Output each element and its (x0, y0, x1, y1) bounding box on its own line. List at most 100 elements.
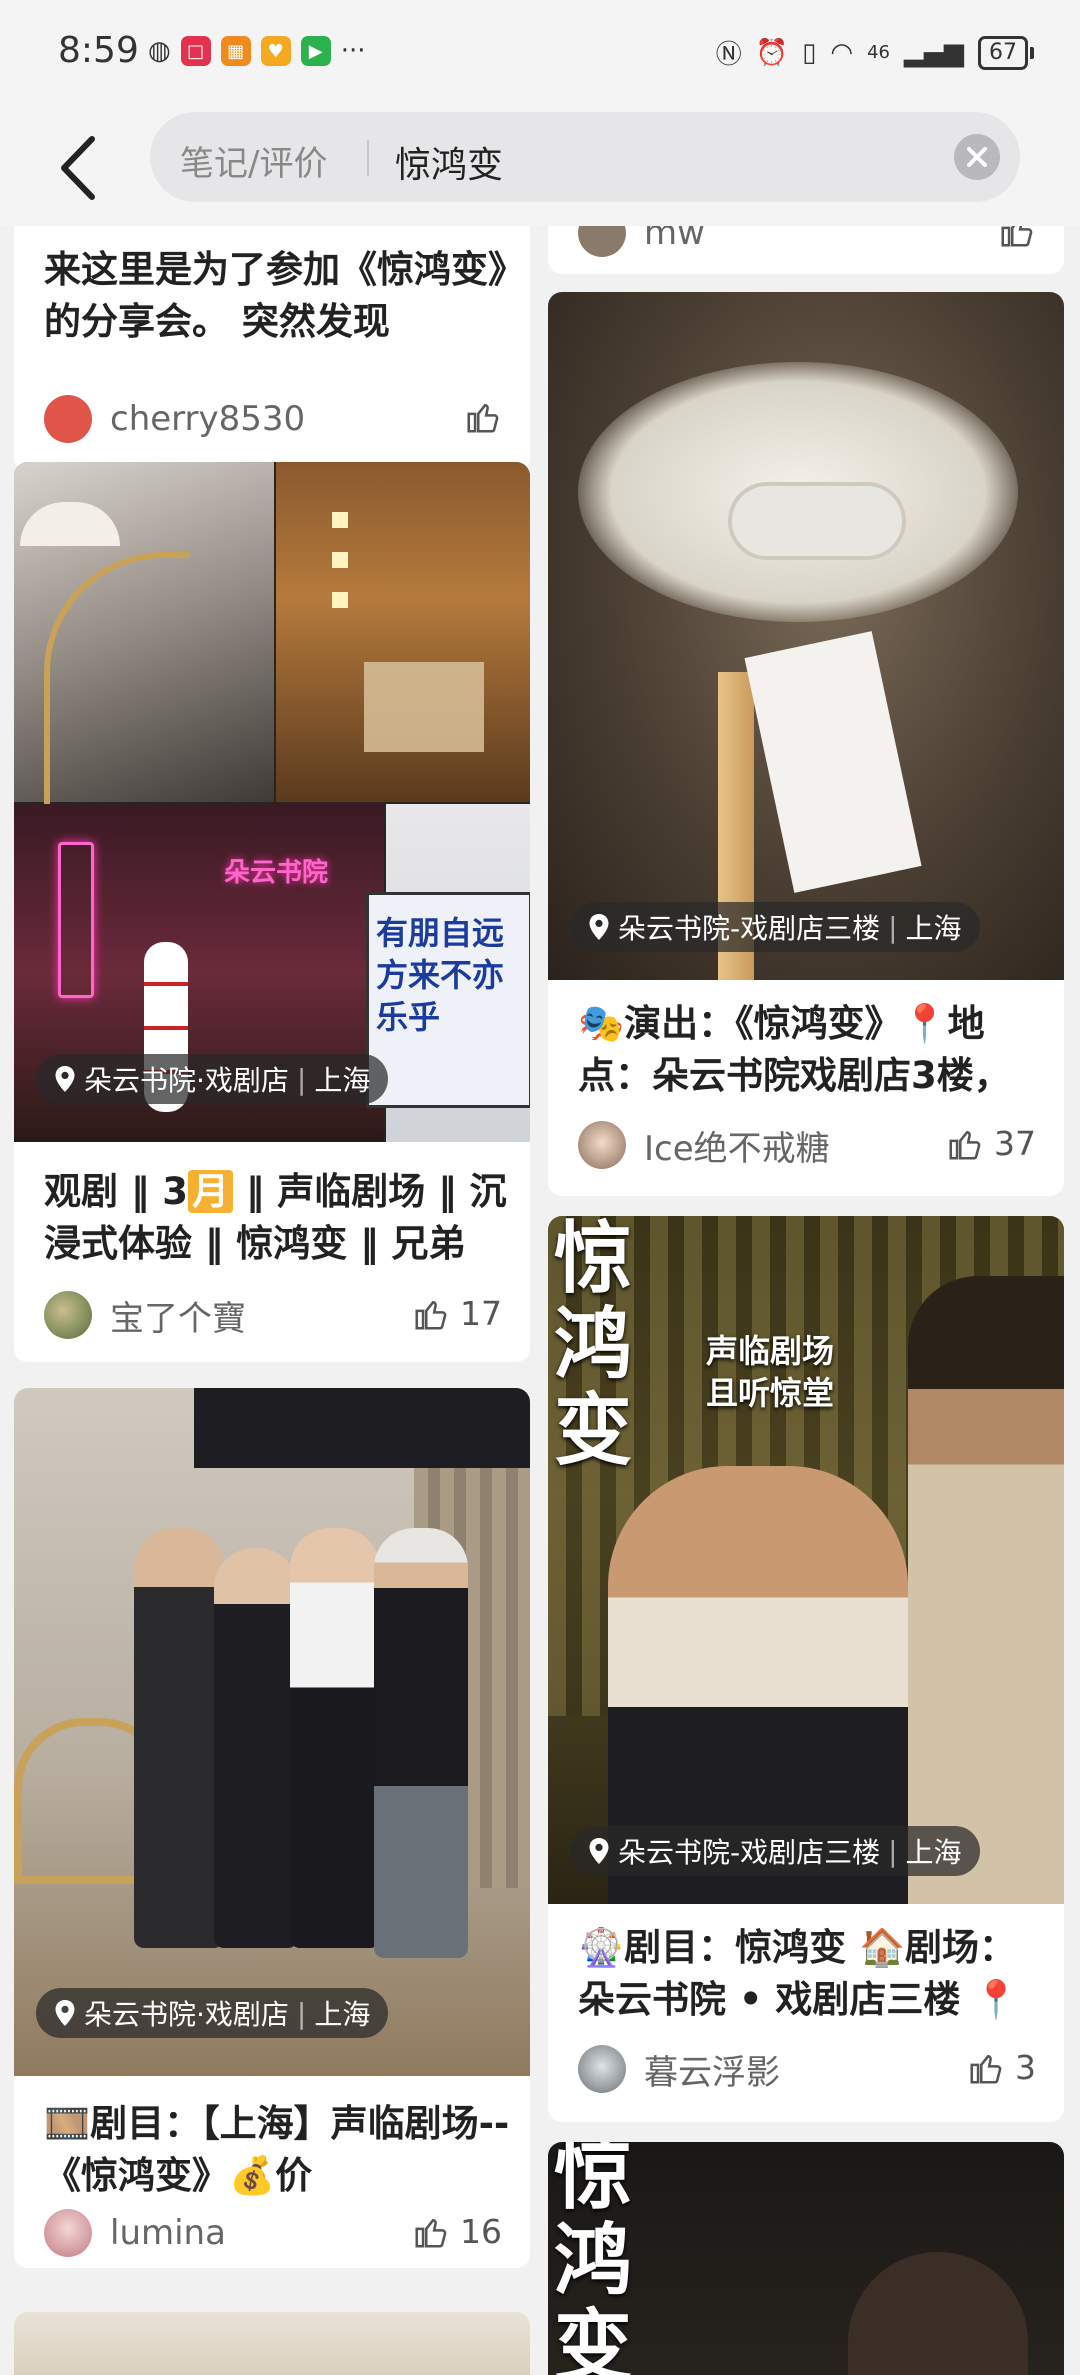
red-app-icon: □ (180, 36, 211, 66)
location-separator: | (888, 910, 898, 944)
clear-search-button[interactable] (954, 134, 1000, 180)
video-app-icon: ▶ (300, 36, 331, 66)
author-name: cherry8530 (110, 399, 306, 439)
meituan-app-icon: ♥ (260, 36, 291, 66)
note-author[interactable]: 暮云浮影 (578, 2042, 780, 2096)
poster-line-2: 且听惊堂 (706, 1374, 835, 1412)
vibrate-icon: ▯ (802, 37, 817, 68)
chevron-left-icon (61, 136, 95, 200)
store-sign: 朵云书院 (224, 858, 329, 888)
nfc-icon: Ⓝ (715, 40, 742, 70)
photo-ceiling (194, 1388, 530, 1468)
search-category[interactable]: 笔记/评价 (180, 136, 327, 185)
photo-actor-2 (908, 1276, 1064, 1904)
location-tag[interactable]: 朵云书院-戏剧店三楼 | 上海 (570, 902, 980, 952)
photo-person-2 (214, 1548, 298, 1948)
location-city: 上海 (905, 912, 962, 945)
location-city: 上海 (314, 1998, 371, 2031)
note-card[interactable]: 惊鸿变 声临剧场 且听惊堂 朵云书院-戏剧店三楼 | 上海 🎡剧目：惊鸿变 🏠剧… (548, 1216, 1064, 2122)
battery-icon: 67 (978, 35, 1034, 70)
note-author[interactable]: mw (578, 226, 705, 260)
location-separator: | (296, 1062, 307, 1096)
photo-actor (848, 2252, 1028, 2375)
photo-ticket (744, 631, 922, 893)
avatar (578, 1121, 626, 1169)
poster-title: 惊鸿变 (554, 2142, 633, 2375)
note-card[interactable]: mw (548, 226, 1064, 274)
location-separator: | (888, 1834, 898, 1868)
note-card[interactable]: 朵云书院·戏剧店 | 上海 🎞️剧目：【上海】声临剧场--《惊鸿变》💰价 lum… (14, 1388, 530, 2268)
note-author[interactable]: Ice绝不戒糖 (578, 1118, 830, 1172)
search-header: 笔记/评价 惊鸿变 (0, 108, 1080, 226)
location-place: 朵云书院·戏剧店 (84, 1998, 289, 2031)
avatar (44, 2209, 92, 2257)
note-title: 🎞️剧目：【上海】声临剧场--《惊鸿变》💰价 (44, 2102, 510, 2197)
close-icon (967, 147, 987, 167)
note-image: 惊鸿变 (548, 2142, 1064, 2375)
note-image: 惊鸿变 声临剧场 且听惊堂 (548, 1216, 1064, 1904)
note-author[interactable]: 宝了个寶 (44, 1288, 246, 1342)
location-tag[interactable]: 朵云书院-戏剧店三楼 | 上海 (570, 1826, 980, 1876)
thumbs-up-icon (467, 404, 499, 433)
note-title: 🎭演出：《惊鸿变》📍地点：朵云书院戏剧店3楼， (578, 1002, 1011, 1097)
note-image (14, 2312, 530, 2375)
photo-mask (728, 482, 906, 560)
location-pin-icon (55, 1066, 75, 1092)
location-pin-icon (589, 1838, 609, 1864)
note-card[interactable] (14, 2312, 530, 2375)
note-image: 朵云书院 有朋自远方来不亦乐乎 (14, 462, 530, 1142)
poster-title: 惊鸿变 (554, 1216, 633, 1476)
note-card[interactable]: 来这里是为了参加《惊鸿变》的分享会。 突然发现 cherry8530 (14, 226, 530, 472)
notification-icons: ◍ □ ▦ ♥ ▶ ··· (148, 36, 365, 66)
banner-text: 有朋自远方来不亦乐乎 (376, 914, 505, 1036)
note-author[interactable]: cherry8530 (44, 392, 305, 446)
photo-person-1 (134, 1528, 224, 1948)
back-button[interactable] (58, 128, 118, 208)
avatar (44, 1291, 92, 1339)
like-count: 37 (994, 1124, 1036, 1163)
note-card[interactable]: 惊鸿变 (548, 2142, 1064, 2375)
more-notifications-icon: ··· (340, 36, 366, 66)
location-city: 上海 (314, 1064, 371, 1097)
note-card[interactable]: 朵云书院-戏剧店三楼 | 上海 🎭演出：《惊鸿变》📍地点：朵云书院戏剧店3楼， … (548, 292, 1064, 1196)
location-place: 朵云书院-戏剧店三楼 (618, 1836, 881, 1869)
thumbs-up-icon (415, 1300, 447, 1330)
search-divider (367, 140, 369, 176)
author-name: Ice绝不戒糖 (644, 1128, 830, 1169)
signal-icon: ▂▄▆ (904, 37, 964, 68)
wifi-icon: ◠ (830, 37, 854, 68)
note-title: 观剧 ‖ 3月 ‖ 声临剧场 ‖ 沉浸式体验 ‖ 惊鸿变 ‖ 兄弟 (44, 1166, 514, 1270)
author-name: mw (644, 226, 705, 253)
poster-line-1: 声临剧场 (706, 1332, 835, 1370)
note-image (548, 292, 1064, 980)
wechat-icon: ◍ (148, 36, 171, 66)
title-pre: 观剧 ‖ 3 (44, 1170, 189, 1213)
note-card[interactable]: 朵云书院 有朋自远方来不亦乐乎 朵云书院·戏剧店 | 上海 观剧 ‖ 3月 ‖ … (14, 462, 530, 1362)
like-button[interactable]: 37 (946, 1124, 1036, 1163)
search-query[interactable]: 惊鸿变 (395, 136, 503, 188)
author-name: lumina (110, 2213, 226, 2253)
title-highlight: 月 (188, 1170, 234, 1213)
like-count: 16 (460, 2212, 502, 2251)
status-bar: 8:59 ◍ □ ▦ ♥ ▶ ··· Ⓝ ⏰ ▯ ◠ 46 ▂▄▆ 67 (0, 0, 1080, 108)
thumbs-up-icon (1001, 226, 1033, 247)
photo-table (364, 662, 484, 752)
photo-person-3 (290, 1528, 380, 1948)
thumbs-up-icon (949, 1130, 981, 1160)
location-tag[interactable]: 朵云书院·戏剧店 | 上海 (36, 1054, 389, 1104)
like-button[interactable] (464, 398, 502, 436)
thumbs-up-icon (970, 2054, 1002, 2084)
like-count: 3 (1015, 2048, 1036, 2087)
search-input[interactable]: 笔记/评价 惊鸿变 (150, 112, 1020, 202)
like-button[interactable]: 16 (412, 2212, 502, 2251)
like-button[interactable] (998, 226, 1036, 250)
photo-neon-vertical (58, 842, 94, 998)
like-button[interactable]: 17 (412, 1294, 502, 1333)
avatar (578, 2045, 626, 2093)
like-button[interactable]: 3 (967, 2048, 1036, 2087)
note-title: 来这里是为了参加《惊鸿变》的分享会。 突然发现 (44, 248, 507, 343)
location-tag[interactable]: 朵云书院·戏剧店 | 上海 (36, 1988, 389, 2038)
note-author[interactable]: lumina (44, 2206, 226, 2260)
alarm-icon: ⏰ (755, 37, 789, 68)
network-label: 46 (867, 42, 890, 63)
